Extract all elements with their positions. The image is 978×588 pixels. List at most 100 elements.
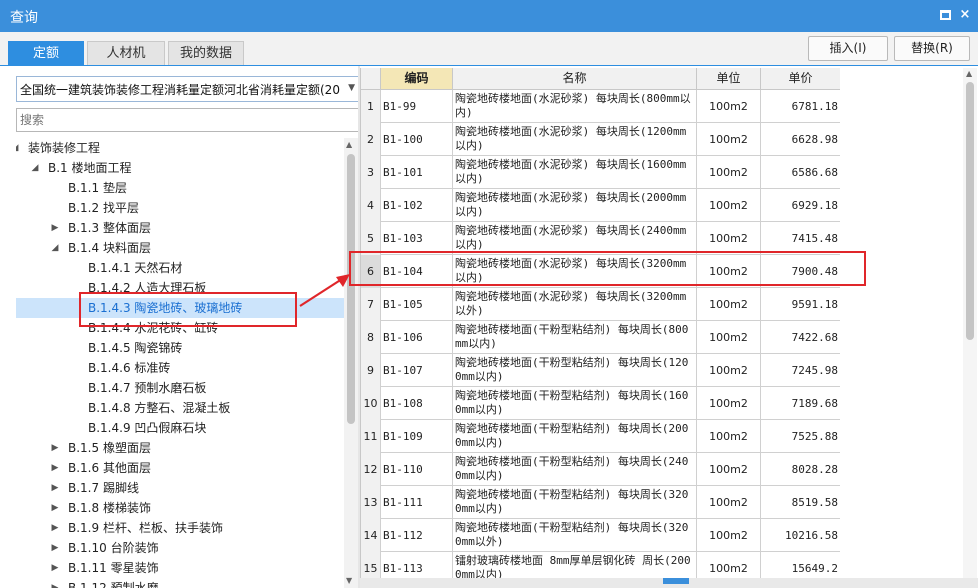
table-row[interactable]: 9 B1-107 陶瓷地砖楼地面(干粉型粘结剂) 每块周长(1200mm以内) 100… [361, 354, 840, 387]
cell-code: B1-111 [381, 486, 453, 519]
insert-button[interactable]: 插入(I) [808, 36, 888, 61]
tree-item[interactable]: B.1.4.6 标准砖 [16, 358, 344, 378]
cell-price: 15649.2 [761, 552, 840, 580]
row-index: 13 [361, 486, 381, 519]
cell-unit: 100m2 [697, 486, 761, 519]
tree-item[interactable]: B.1.4.1 天然石材 [16, 258, 344, 278]
table-row[interactable]: 7 B1-105 陶瓷地砖楼地面(水泥砂浆) 每块周长(3200mm以外) 100m2… [361, 288, 840, 321]
tree-item[interactable]: ▶ B.1.12 預制水磨 [16, 578, 344, 588]
tree-scrollbar[interactable]: ▲ ▼ [344, 138, 358, 588]
collapse-icon[interactable]: ◢ [16, 138, 20, 158]
chevron-down-icon[interactable]: ▼ [348, 83, 355, 93]
cell-code: B1-102 [381, 189, 453, 222]
row-index: 8 [361, 321, 381, 354]
expand-icon[interactable]: ▶ [50, 558, 60, 578]
table-row[interactable]: 14 B1-112 陶瓷地砖楼地面(干粉型粘结剂) 每块周长(3200mm以外) 10… [361, 519, 840, 552]
header-name[interactable]: 名称 [453, 68, 697, 90]
tree-item[interactable]: ◢ B.1.4 块料面层 [16, 238, 344, 258]
expand-icon[interactable]: ▶ [50, 518, 60, 538]
collapse-icon[interactable]: ◢ [50, 238, 60, 258]
search-box[interactable] [16, 108, 360, 132]
grid-scrollbar[interactable]: ▲ [963, 68, 977, 580]
grid-scroll-thumb[interactable] [966, 82, 974, 340]
cell-unit: 100m2 [697, 420, 761, 453]
scroll-down-icon[interactable]: ▼ [346, 576, 352, 585]
table-row[interactable]: 3 B1-101 陶瓷地砖楼地面(水泥砂浆) 每块周长(1600mm以内) 100m2… [361, 156, 840, 189]
tree-item[interactable]: B.1.4.5 陶瓷锦砖 [16, 338, 344, 358]
cell-unit: 100m2 [697, 453, 761, 486]
cell-unit: 100m2 [697, 90, 761, 123]
expand-icon[interactable]: ▶ [50, 438, 60, 458]
tree-item[interactable]: ▶ B.1.6 其他面层 [16, 458, 344, 478]
tab-materials[interactable]: 人材机 [87, 41, 165, 66]
table-row[interactable]: 2 B1-100 陶瓷地砖楼地面(水泥砂浆) 每块周长(1200mm以内) 100m2… [361, 123, 840, 156]
header-index [361, 68, 381, 90]
scroll-up-icon[interactable]: ▲ [346, 140, 352, 149]
expand-icon[interactable]: ▶ [50, 478, 60, 498]
tree-item-label: B.1.5 橡塑面层 [68, 441, 151, 455]
cell-name: 陶瓷地砖楼地面(水泥砂浆) 每块周长(1600mm以内) [453, 156, 697, 189]
cell-code: B1-106 [381, 321, 453, 354]
table-row[interactable]: 8 B1-106 陶瓷地砖楼地面(干粉型粘结剂) 每块周长(800mm以内) 100m… [361, 321, 840, 354]
collapse-icon[interactable]: ◢ [30, 158, 40, 178]
tab-quota[interactable]: 定额 [8, 41, 84, 66]
expand-icon[interactable]: ▶ [50, 498, 60, 518]
close-icon[interactable]: × [958, 8, 972, 22]
tree-item-label: B.1.8 楼梯装饰 [68, 501, 151, 515]
library-select-value: 全国统一建筑装饰装修工程消耗量定额河北省消耗量定额(20 [20, 83, 340, 97]
row-index: 2 [361, 123, 381, 156]
table-row[interactable]: 15 B1-113 镭射玻璃砖楼地面 8mm厚单层钢化砖 周长(2000mm以内) 1… [361, 552, 840, 580]
tree-item[interactable]: B.1.4.8 方整石、混凝土板 [16, 398, 344, 418]
tree-item[interactable]: ◢ B.1 楼地面工程 [16, 158, 344, 178]
cell-name: 陶瓷地砖楼地面(水泥砂浆) 每块周长(2000mm以内) [453, 189, 697, 222]
row-index: 12 [361, 453, 381, 486]
header-code[interactable]: 编码 [381, 68, 453, 90]
scroll-up-icon[interactable]: ▲ [966, 69, 972, 78]
table-row[interactable]: 12 B1-110 陶瓷地砖楼地面(干粉型粘结剂) 每块周长(2400mm以内) 10… [361, 453, 840, 486]
tree-item[interactable]: ▶ B.1.11 零星装饰 [16, 558, 344, 578]
table-row[interactable]: 4 B1-102 陶瓷地砖楼地面(水泥砂浆) 每块周长(2000mm以内) 100m2… [361, 189, 840, 222]
expand-icon[interactable]: ▶ [50, 458, 60, 478]
splitter-grip[interactable] [663, 578, 689, 584]
expand-icon[interactable]: ▶ [50, 578, 60, 588]
horizontal-scrollbar[interactable] [360, 578, 978, 588]
table-row[interactable]: 10 B1-108 陶瓷地砖楼地面(干粉型粘结剂) 每块周长(1600mm以内) 10… [361, 387, 840, 420]
tree-item[interactable]: B.1.2 找平层 [16, 198, 344, 218]
cell-name: 陶瓷地砖楼地面(干粉型粘结剂) 每块周长(2000mm以内) [453, 420, 697, 453]
tree-item-label: B.1.10 台阶装饰 [68, 541, 159, 555]
maximize-icon[interactable] [938, 8, 952, 22]
tree-item[interactable]: B.1.1 垫层 [16, 178, 344, 198]
table-row[interactable]: 13 B1-111 陶瓷地砖楼地面(干粉型粘结剂) 每块周长(3200mm以内) 10… [361, 486, 840, 519]
header-price[interactable]: 单价 [761, 68, 840, 90]
tree-item[interactable]: ▶ B.1.9 栏杆、栏板、扶手装饰 [16, 518, 344, 538]
tree-item-label: B.1 楼地面工程 [48, 161, 132, 175]
header-unit[interactable]: 单位 [697, 68, 761, 90]
tree-item[interactable]: ▶ B.1.8 楼梯装饰 [16, 498, 344, 518]
tree-item[interactable]: ▶ B.1.3 整体面层 [16, 218, 344, 238]
tab-my-data[interactable]: 我的数据 [168, 41, 244, 66]
library-select[interactable]: 全国统一建筑装饰装修工程消耗量定额河北省消耗量定额(20 ▼ [16, 76, 360, 102]
row-index: 7 [361, 288, 381, 321]
expand-icon[interactable]: ▶ [50, 538, 60, 558]
title-bar: 查询 × [0, 0, 978, 32]
tree-item-label: B.1.3 整体面层 [68, 221, 151, 235]
search-input[interactable] [17, 109, 347, 131]
tree-item[interactable]: ▶ B.1.5 橡塑面层 [16, 438, 344, 458]
highlight-box-tree [79, 292, 297, 327]
tree-item-label: 装饰装修工程 [28, 141, 101, 155]
table-row[interactable]: 11 B1-109 陶瓷地砖楼地面(干粉型粘结剂) 每块周长(2000mm以内) 10… [361, 420, 840, 453]
cell-name: 陶瓷地砖楼地面(干粉型粘结剂) 每块周长(1200mm以内) [453, 354, 697, 387]
cell-unit: 100m2 [697, 189, 761, 222]
tree-item[interactable]: ◢ 装饰装修工程 [16, 138, 344, 158]
tree-item[interactable]: ▶ B.1.7 踢脚线 [16, 478, 344, 498]
replace-button[interactable]: 替换(R) [894, 36, 970, 61]
tree-item-label: B.1.2 找平层 [68, 201, 139, 215]
tree-item[interactable]: B.1.4.9 凹凸假麻石块 [16, 418, 344, 438]
tree-item-label: B.1.4.7 预制水磨石板 [88, 381, 207, 395]
expand-icon[interactable]: ▶ [50, 218, 60, 238]
tree-item[interactable]: B.1.4.7 预制水磨石板 [16, 378, 344, 398]
tree-item[interactable]: ▶ B.1.10 台阶装饰 [16, 538, 344, 558]
table-row[interactable]: 1 B1-99 陶瓷地砖楼地面(水泥砂浆) 每块周长(800mm以内) 100m2 67… [361, 90, 840, 123]
quota-grid: 编码 名称 单位 单价 1 B1-99 陶瓷地砖楼地面(水泥砂浆) 每块周长(800… [360, 68, 840, 580]
tree-item-label: B.1.4.5 陶瓷锦砖 [88, 341, 183, 355]
